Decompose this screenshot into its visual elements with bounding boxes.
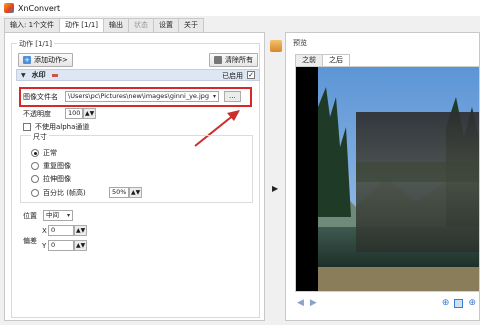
app-logo-icon	[4, 3, 14, 13]
opacity-input[interactable]: 100	[65, 108, 83, 119]
offset-x-value: 0	[51, 226, 56, 234]
offset-y-input[interactable]: 0	[48, 240, 74, 251]
offset-x-input[interactable]: 0	[48, 225, 74, 236]
radio-stretch[interactable]	[31, 175, 39, 183]
clear-icon	[214, 56, 222, 64]
preview-tab-after[interactable]: 之后	[322, 54, 350, 66]
size-option-normal[interactable]: 正常	[31, 148, 57, 158]
percent-value: 50%	[112, 188, 127, 196]
tab-input[interactable]: 输入: 1个文件	[4, 18, 61, 32]
expand-arrow-icon[interactable]: ▶	[272, 184, 278, 193]
watermark-section-title: 水印	[31, 71, 46, 79]
opacity-label: 不透明度	[23, 109, 51, 118]
hand-tool-icon[interactable]	[270, 40, 282, 52]
add-icon: +	[23, 56, 31, 64]
alpha-row: 不使用alpha通道	[23, 122, 89, 132]
clear-all-label: 清除所有	[225, 56, 253, 64]
offset-x-row: X 0 ▲▼	[42, 225, 88, 236]
size-option-repeat[interactable]: 重复图像	[31, 161, 71, 171]
percent-spinner[interactable]: ▲▼	[129, 187, 143, 198]
tab-settings[interactable]: 设置	[153, 18, 179, 32]
preview-image	[296, 67, 479, 291]
preview-tab-before[interactable]: 之前	[295, 54, 323, 66]
tab-about[interactable]: 关于	[178, 18, 204, 32]
size-group-label: 尺寸	[31, 132, 49, 142]
size-option-normal-label: 正常	[43, 149, 57, 157]
opacity-value: 100	[68, 109, 81, 117]
opacity-spinner[interactable]: ▲▼	[83, 108, 97, 119]
remove-action-icon[interactable]	[51, 73, 58, 77]
position-value: 中间	[46, 211, 59, 219]
offset-y-row: Y 0 ▲▼	[42, 240, 88, 251]
tab-output[interactable]: 输出	[103, 18, 129, 32]
watermark-section-header[interactable]: ▼ 水印 已启用 ✓	[16, 69, 260, 81]
tab-status[interactable]: 状态	[128, 18, 154, 32]
enabled-checkbox[interactable]: ✓	[247, 71, 255, 79]
collapse-triangle-icon[interactable]: ▼	[21, 72, 26, 79]
prev-arrow-icon[interactable]: ◀	[297, 298, 304, 308]
add-action-label: 添加动作>	[34, 56, 68, 64]
chevron-down-icon: ▾	[66, 212, 70, 219]
position-dropdown[interactable]: 中间 ▾	[43, 210, 73, 221]
zoom-in-icon[interactable]: ⊕	[468, 298, 476, 308]
window-title: XnConvert	[18, 3, 61, 13]
position-label: 位置	[23, 211, 37, 220]
percent-input[interactable]: 50%	[109, 187, 129, 198]
preview-viewer[interactable]	[295, 66, 480, 292]
alpha-label: 不使用alpha通道	[35, 123, 90, 131]
preview-tab-bar: 之前 之后	[295, 54, 350, 66]
add-action-button[interactable]: + 添加动作>	[18, 53, 73, 67]
clear-all-button[interactable]: 清除所有	[209, 53, 258, 67]
radio-percent[interactable]	[31, 188, 39, 197]
enabled-label: 已启用	[222, 72, 243, 80]
offset-y-value: 0	[51, 241, 56, 249]
preview-statusbar: ◀ ▶ ⊕ ⊕	[295, 296, 480, 310]
title-bar: XnConvert	[0, 0, 480, 16]
offset-label: 偏差	[23, 237, 37, 245]
offset-x-spinner[interactable]: ▲▼	[74, 225, 88, 236]
next-arrow-icon[interactable]: ▶	[310, 298, 317, 308]
zoom-icon[interactable]: ⊕	[442, 298, 450, 308]
radio-normal[interactable]	[31, 149, 39, 157]
main-tab-bar: 输入: 1个文件 动作 [1/1] 输出 状态 设置 关于	[4, 18, 204, 33]
radio-repeat[interactable]	[31, 162, 39, 170]
position-row: 位置 中间 ▾	[23, 210, 73, 221]
opacity-row: 不透明度 100 ▲▼	[23, 108, 97, 119]
offset-y-spinner[interactable]: ▲▼	[74, 240, 88, 251]
actions-group-title: 动作 [1/1]	[17, 39, 54, 49]
preview-title: 预览	[293, 39, 307, 47]
fit-icon[interactable]	[454, 298, 464, 308]
size-option-stretch[interactable]: 拉伸图像	[31, 174, 71, 184]
size-option-repeat-label: 重复图像	[43, 162, 71, 170]
tab-actions[interactable]: 动作 [1/1]	[59, 18, 104, 33]
size-option-stretch-label: 拉伸图像	[43, 175, 71, 183]
size-option-percent[interactable]: 百分比 (帧高) 50% ▲▼	[31, 187, 143, 198]
size-option-percent-label: 百分比 (帧高)	[43, 188, 86, 197]
alpha-checkbox[interactable]	[23, 123, 31, 131]
